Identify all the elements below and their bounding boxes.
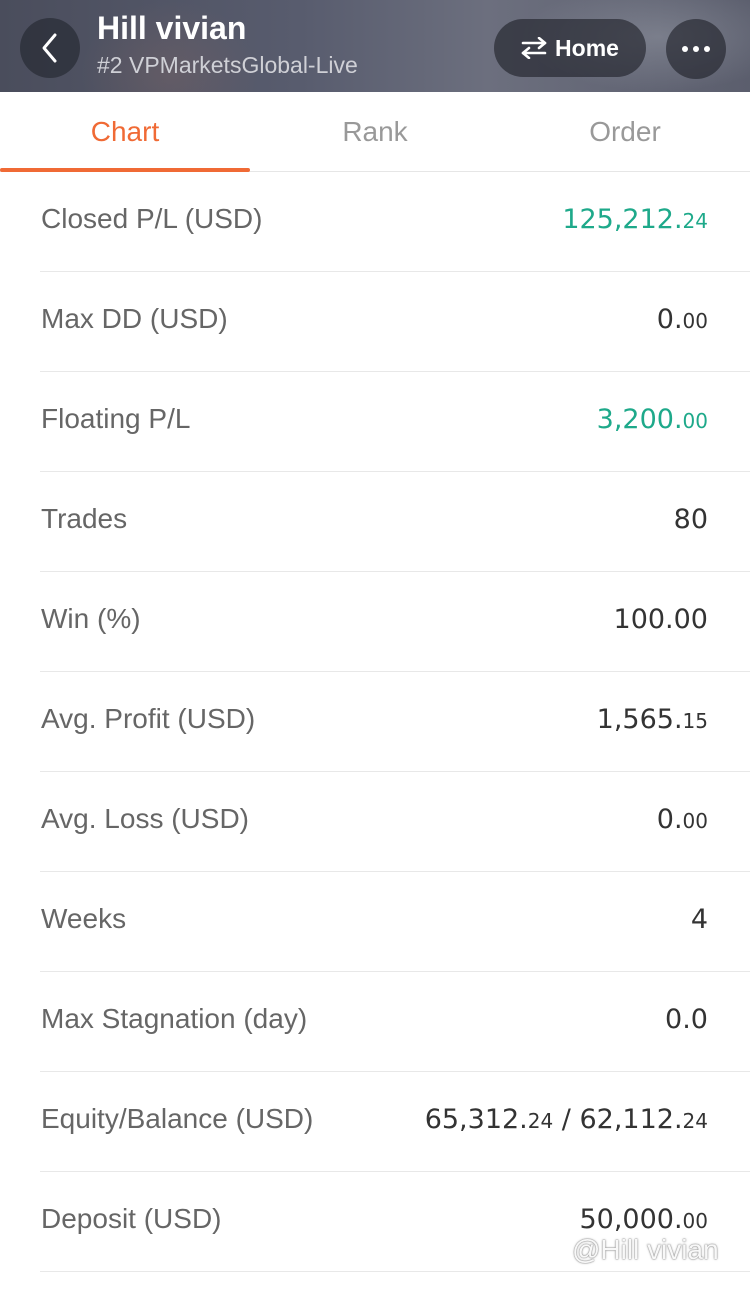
stat-label: Equity/Balance (USD) — [41, 1103, 314, 1134]
stat-value-part: 0. — [656, 304, 683, 335]
app-header: Hill vivian #2 VPMarketsGlobal-Live Home — [0, 0, 750, 92]
stat-value: 65,312.24 / 62,112.24 — [425, 1072, 708, 1168]
stat-value-part: 1,565. — [596, 704, 683, 735]
stat-label: Avg. Profit (USD) — [41, 703, 256, 734]
stat-label: Weeks — [41, 903, 127, 934]
stat-value-part: 0. — [656, 804, 683, 835]
stat-value-part: 80 — [673, 504, 708, 535]
swap-arrows-icon — [521, 37, 547, 59]
tab-order[interactable]: Order — [500, 92, 750, 172]
more-button[interactable] — [666, 19, 726, 79]
stat-value-decimals: 24 — [682, 1109, 708, 1133]
stat-label: Floating P/L — [41, 403, 191, 434]
stat-value: 0.00 — [657, 272, 708, 368]
stat-label: Avg. Loss (USD) — [41, 803, 249, 834]
home-button-label: Home — [555, 34, 619, 61]
stat-label: Trades — [41, 503, 128, 534]
tab-chart[interactable]: Chart — [0, 92, 250, 172]
stat-value-part: 4 — [690, 904, 708, 935]
more-dots-icon — [682, 46, 710, 52]
stat-value: 3,200.00 — [597, 372, 708, 468]
stat-value-decimals: 00 — [682, 1209, 708, 1233]
stat-row: Trades 80 — [40, 472, 750, 572]
stat-value: 80 — [674, 472, 708, 568]
stat-label: Win (%) — [41, 603, 141, 634]
stat-value-decimals: 24 — [682, 209, 708, 233]
stat-value-decimals: 00 — [682, 309, 708, 333]
stat-label: Closed P/L (USD) — [41, 203, 263, 234]
stat-row: Max DD (USD) 0.00 — [40, 272, 750, 372]
stat-value: 0.00 — [657, 772, 708, 868]
stat-label: Max DD (USD) — [41, 303, 228, 334]
stat-value-decimals: 15 — [682, 709, 708, 733]
stat-row: Floating P/L 3,200.00 — [40, 372, 750, 472]
stat-row: Max Stagnation (day) 0.0 — [40, 972, 750, 1072]
stat-value-decimals: 24 — [527, 1109, 554, 1133]
stat-value-part: 0.0 — [665, 1004, 708, 1035]
stat-row: Avg. Profit (USD) 1,565.15 — [40, 672, 750, 772]
stat-value: 100.00 — [614, 572, 708, 668]
stat-value: 125,212.24 — [562, 172, 708, 268]
stat-value-part: / — [553, 1104, 580, 1135]
home-button[interactable]: Home — [494, 19, 646, 77]
stat-value-decimals: 00 — [682, 409, 708, 433]
tab-rank[interactable]: Rank — [250, 92, 500, 172]
page-title: Hill vivian — [97, 10, 247, 46]
tab-bar: Chart Rank Order — [0, 92, 750, 172]
stat-value-part: 62,112. — [579, 1104, 683, 1135]
stat-label: Deposit (USD) — [41, 1203, 222, 1234]
stat-row: Win (%) 100.00 — [40, 572, 750, 672]
back-button[interactable] — [20, 18, 80, 78]
stats-list: Closed P/L (USD) 125,212.24 Max DD (USD) 0.… — [0, 172, 750, 1272]
stat-row: Equity/Balance (USD) 65,312.24 / 62,112.2… — [40, 1072, 750, 1172]
stat-value: 4 — [691, 872, 708, 968]
stat-row: Weeks 4 — [40, 872, 750, 972]
stat-label: Max Stagnation (day) — [41, 1003, 308, 1034]
stat-value-part: 3,200. — [596, 404, 683, 435]
stat-value-part: 65,312. — [424, 1104, 528, 1135]
account-subtitle: #2 VPMarketsGlobal-Live — [97, 52, 358, 78]
stat-value: 1,565.15 — [597, 672, 708, 768]
stat-row: Closed P/L (USD) 125,212.24 — [40, 172, 750, 272]
stat-value: 0.0 — [665, 972, 708, 1068]
stat-value-decimals: 00 — [682, 809, 708, 833]
watermark: @Hill vivian — [572, 1234, 719, 1265]
stat-value-part: 50,000. — [579, 1204, 683, 1235]
stat-value-part: 100.00 — [613, 604, 708, 635]
stat-row: Avg. Loss (USD) 0.00 — [40, 772, 750, 872]
stat-value-part: 125,212. — [562, 204, 683, 235]
chevron-left-icon — [42, 33, 57, 63]
